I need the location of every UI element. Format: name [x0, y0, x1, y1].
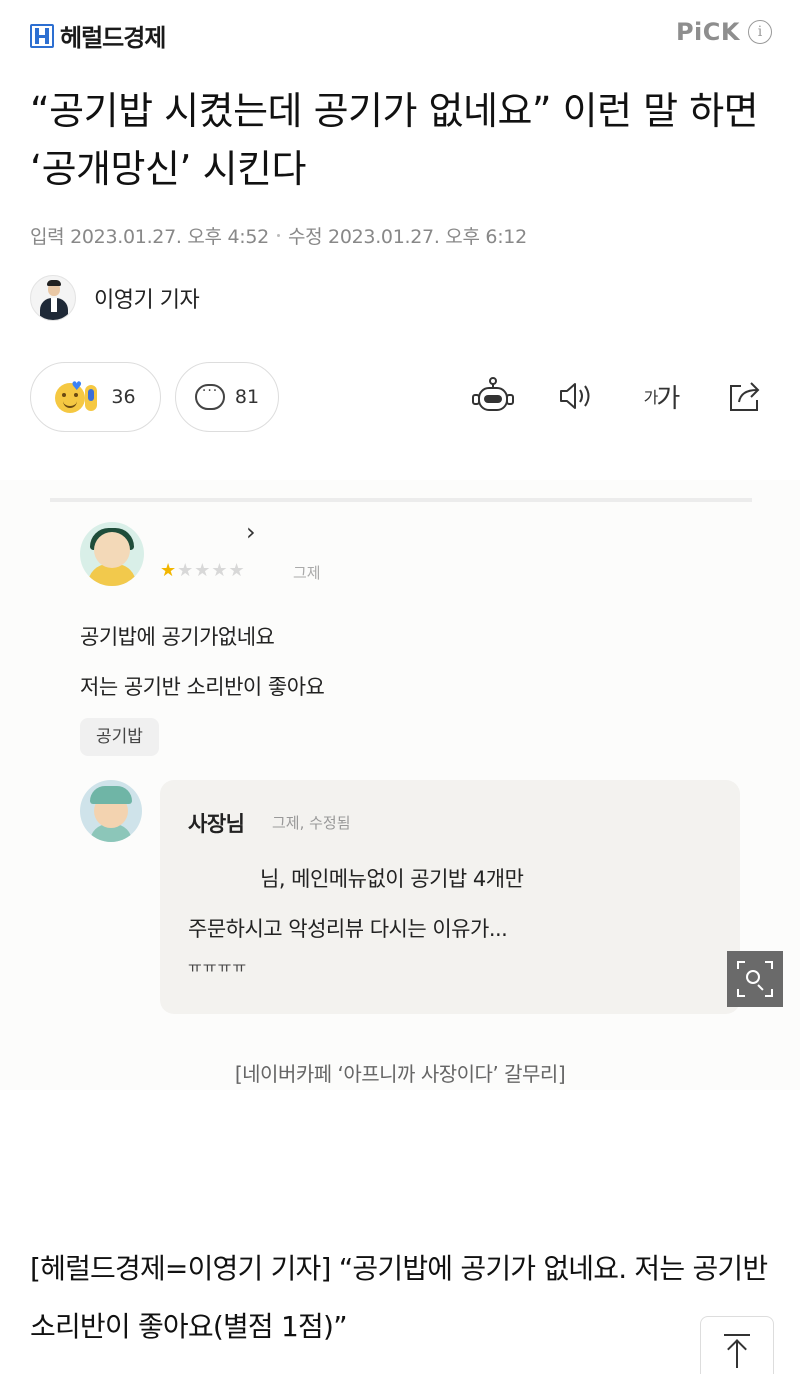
star-rating: ★★★★★: [160, 560, 246, 581]
figure-caption: [네이버카페 ‘아프니까 사장이다’ 갈무리]: [234, 1062, 566, 1086]
star-empty-icon: ★★★★: [177, 560, 246, 581]
owner-reply-meta: 그제, 수정됨: [272, 814, 351, 832]
reaction-toolbar: ♥ 36 81 가가: [30, 362, 775, 432]
reaction-emoji-icon: ♥: [55, 379, 101, 415]
owner-reply-line: 주문하시고 악성리뷰 다시는 이유가...: [188, 917, 508, 941]
review-line: 저는 공기반 소리반이 좋아요: [80, 675, 325, 699]
reporter-info[interactable]: 이영기 기자: [30, 275, 200, 321]
robot-icon: [472, 377, 514, 411]
owner-reply-line: ㅠㅠㅠㅠ: [188, 958, 248, 976]
owner-reply-line: 님, 메인메뉴없이 공기밥 4개만: [260, 867, 524, 891]
article-header: 헤럴드경제 PiCK i: [0, 0, 800, 66]
input-date: 입력 2023.01.27. 오후 4:52: [30, 226, 269, 248]
reviewer-avatar: [80, 522, 144, 586]
article-body-paragraph: [헤럴드경제=이영기 기자] “공기밥에 공기가 없네요. 저는 공기반 소리반…: [30, 1252, 768, 1343]
reporter-name[interactable]: 이영기 기자: [94, 282, 200, 314]
comment-button[interactable]: 81: [175, 362, 279, 432]
article-dates: 입력 2023.01.27. 오후 4:52 수정 2023.01.27. 오후…: [30, 222, 527, 249]
share-button[interactable]: [723, 376, 767, 416]
owner-name: 사장님: [188, 812, 245, 836]
menu-tag: 공기밥: [80, 718, 159, 756]
image-zoom-button[interactable]: [727, 951, 783, 1007]
owner-reply-text: 님, 메인메뉴없이 공기밥 4개만 주문하시고 악성리뷰 다시는 이유가...: [188, 854, 524, 954]
comment-icon: [194, 383, 225, 410]
modified-date: 수정 2023.01.27. 오후 6:12: [287, 226, 527, 248]
article-headline: “공기밥 시켰는데 공기가 없네요” 이런 말 하면 ‘공개망신’ 시킨다: [30, 89, 759, 191]
share-icon: [730, 382, 760, 411]
owner-avatar: [80, 780, 142, 842]
info-icon[interactable]: i: [748, 20, 772, 44]
owner-reply-box: 사장님 그제, 수정됨 님, 메인메뉴없이 공기밥 4개만 주문하시고 악성리뷰…: [160, 780, 740, 1014]
pick-label: PiCK: [675, 18, 740, 46]
star-filled-icon: ★: [160, 560, 178, 581]
summary-bot-button[interactable]: [471, 376, 515, 416]
review-line: 공기밥에 공기가없네요: [80, 625, 275, 649]
font-size-button[interactable]: 가가: [639, 376, 683, 416]
herald-logo-icon: [30, 23, 54, 48]
figure-divider: [50, 498, 752, 502]
logo-text: 헤럴드경제: [60, 24, 166, 52]
article-tools: 가가: [471, 376, 767, 416]
review-text: 공기밥에 공기가없네요 저는 공기반 소리반이 좋아요: [80, 612, 325, 712]
chevron-right-icon: ›: [246, 518, 256, 546]
reaction-count: 36: [111, 386, 136, 408]
pick-badge[interactable]: PiCK i: [676, 18, 772, 46]
tts-button[interactable]: [555, 376, 599, 416]
scroll-top-button[interactable]: [700, 1316, 774, 1374]
arrow-up-icon: [724, 1334, 750, 1368]
review-screenshot-figure: › ★★★★★ 그제 공기밥에 공기가없네요 저는 공기반 소리반이 좋아요 공…: [0, 480, 800, 1090]
comment-count: 81: [234, 386, 260, 408]
separator-dot: [276, 234, 280, 237]
herald-logo[interactable]: 헤럴드경제: [30, 18, 166, 53]
speaker-icon: [560, 383, 590, 409]
font-size-small-label: 가: [643, 388, 659, 407]
reporter-avatar[interactable]: [30, 275, 76, 321]
font-size-large-label: 가: [656, 383, 680, 414]
zoom-icon: [737, 961, 773, 997]
reaction-button[interactable]: ♥ 36: [30, 362, 161, 432]
review-date: 그제: [293, 564, 321, 582]
